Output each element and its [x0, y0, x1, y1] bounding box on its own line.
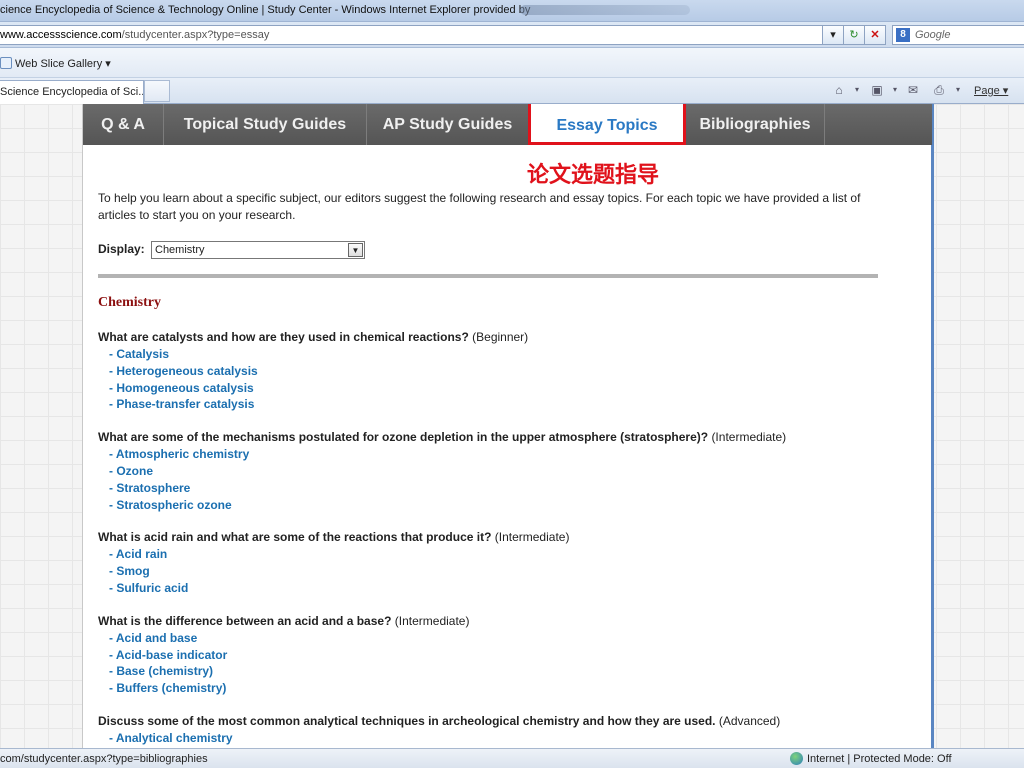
chinese-annotation: 论文选题指导: [527, 163, 660, 188]
browser-tab-active[interactable]: Science Encyclopedia of Sci...: [0, 80, 144, 104]
window-title: cience Encyclopedia of Science & Technol…: [0, 4, 531, 16]
nav-tab-topical-study-guides[interactable]: Topical Study Guides: [164, 104, 367, 145]
topic-item: What are some of the mechanisms postulat…: [98, 429, 918, 513]
search-input[interactable]: 8 Google: [892, 25, 1024, 45]
favorites-bar: Web Slice Gallery ▾: [0, 48, 1024, 78]
security-zone-label: Internet | Protected Mode: Off: [807, 753, 952, 765]
topic-level: (Intermediate): [711, 430, 787, 445]
web-slice-gallery-button[interactable]: Web Slice Gallery ▾: [0, 57, 111, 70]
article-link[interactable]: - Catalysis: [98, 346, 918, 363]
article-link[interactable]: - Stratospheric ozone: [98, 497, 918, 514]
article-link[interactable]: - Buffers (chemistry): [98, 680, 918, 697]
page-menu[interactable]: Page ▾: [974, 84, 1008, 97]
topic-level: (Intermediate): [394, 613, 470, 628]
globe-icon: [790, 752, 803, 765]
article-link[interactable]: - Stratosphere: [98, 480, 918, 497]
article-link[interactable]: - Homogeneous catalysis: [98, 380, 918, 397]
article-link[interactable]: - Phase-transfer catalysis: [98, 396, 918, 413]
article-link[interactable]: - Analytical chemistry: [98, 730, 918, 747]
google-search-icon: 8: [896, 28, 910, 42]
topic-item: What are catalysts and how are they used…: [98, 329, 918, 413]
topic-item: What is the difference between an acid a…: [98, 613, 918, 697]
display-select[interactable]: Chemistry ▼: [151, 241, 365, 259]
article-link[interactable]: - Base (chemistry): [98, 663, 918, 680]
url-dropdown-button[interactable]: ▾: [822, 25, 844, 45]
article-link[interactable]: - Sulfuric acid: [98, 580, 918, 597]
home-icon[interactable]: ⌂: [832, 83, 846, 97]
page-content: Q & A Topical Study Guides AP Study Guid…: [82, 104, 934, 748]
section-divider: [98, 274, 878, 278]
display-selected-value: Chemistry: [155, 244, 205, 256]
article-link[interactable]: - Acid and base: [98, 630, 918, 647]
status-url: com/studycenter.aspx?type=bibliographies: [0, 753, 208, 765]
home-dropdown-icon[interactable]: ▾: [850, 83, 864, 97]
redacted-title-part: [520, 5, 690, 15]
nav-filler: [825, 104, 932, 145]
article-link[interactable]: - Smog: [98, 563, 918, 580]
article-link[interactable]: - Acid-base indicator: [98, 647, 918, 664]
feeds-icon[interactable]: ▣: [870, 83, 884, 97]
address-bar: www.accessscience.com/studycenter.aspx?t…: [0, 22, 1024, 48]
topic-question: What are catalysts and how are they used…: [98, 330, 469, 344]
stop-icon[interactable]: ✕: [864, 25, 886, 45]
print-dropdown-icon[interactable]: ▾: [951, 83, 965, 97]
topic-level: (Intermediate): [494, 530, 570, 545]
topic-item: What is acid rain and what are some of t…: [98, 529, 918, 596]
new-tab-button[interactable]: [144, 80, 170, 102]
nav-tab-essay-topics[interactable]: Essay Topics: [528, 104, 686, 145]
topic-question: What are some of the mechanisms postulat…: [98, 430, 709, 445]
study-center-nav: Q & A Topical Study Guides AP Study Guid…: [83, 104, 932, 145]
mail-icon[interactable]: ✉: [906, 83, 920, 97]
topic-question: What is acid rain and what are some of t…: [98, 530, 492, 545]
url-input[interactable]: www.accessscience.com/studycenter.aspx?t…: [0, 25, 840, 45]
topic-question: What is the difference between an acid a…: [98, 613, 392, 628]
intro-text: To help you learn about a specific subje…: [98, 191, 861, 222]
web-slice-icon: [0, 57, 12, 69]
topic-level: (Advanced): [718, 713, 781, 728]
web-slice-label: Web Slice Gallery ▾: [15, 58, 111, 70]
topic-item: Discuss some of the most common analytic…: [98, 713, 918, 747]
article-link[interactable]: - Ozone: [98, 463, 918, 480]
url-path: /studycenter.aspx?type=essay: [121, 29, 270, 41]
browser-tab-label: Science Encyclopedia of Sci...: [0, 86, 144, 98]
nav-tab-qa[interactable]: Q & A: [83, 104, 164, 145]
nav-tab-bibliographies[interactable]: Bibliographies: [686, 104, 825, 145]
display-filter: Display: Chemistry ▼: [98, 241, 365, 259]
search-placeholder: Google: [915, 29, 951, 41]
nav-tab-ap-study-guides[interactable]: AP Study Guides: [367, 104, 529, 145]
chevron-down-icon[interactable]: ▼: [348, 243, 363, 257]
security-zone[interactable]: Internet | Protected Mode: Off: [790, 752, 952, 765]
refresh-icon[interactable]: ↻: [843, 25, 865, 45]
display-label: Display:: [98, 242, 145, 256]
section-title: Chemistry: [98, 295, 161, 310]
article-link[interactable]: - Heterogeneous catalysis: [98, 363, 918, 380]
window-titlebar: cience Encyclopedia of Science & Technol…: [0, 0, 1024, 22]
page-viewport: Q & A Topical Study Guides AP Study Guid…: [0, 104, 1024, 748]
topic-question: Discuss some of the most common analytic…: [98, 713, 716, 728]
url-domain: www.accessscience.com: [0, 29, 122, 41]
print-icon[interactable]: ⎙: [932, 83, 946, 97]
topic-list: What are catalysts and how are they used…: [98, 329, 918, 748]
tab-bar: Science Encyclopedia of Sci... ⌂ ▾ ▣ ▾ ✉…: [0, 78, 1024, 104]
feeds-dropdown-icon[interactable]: ▾: [888, 83, 902, 97]
status-bar: com/studycenter.aspx?type=bibliographies…: [0, 748, 1024, 768]
topic-level: (Beginner): [472, 330, 529, 344]
article-link[interactable]: - Atmospheric chemistry: [98, 446, 918, 463]
article-link[interactable]: - Acid rain: [98, 546, 918, 563]
